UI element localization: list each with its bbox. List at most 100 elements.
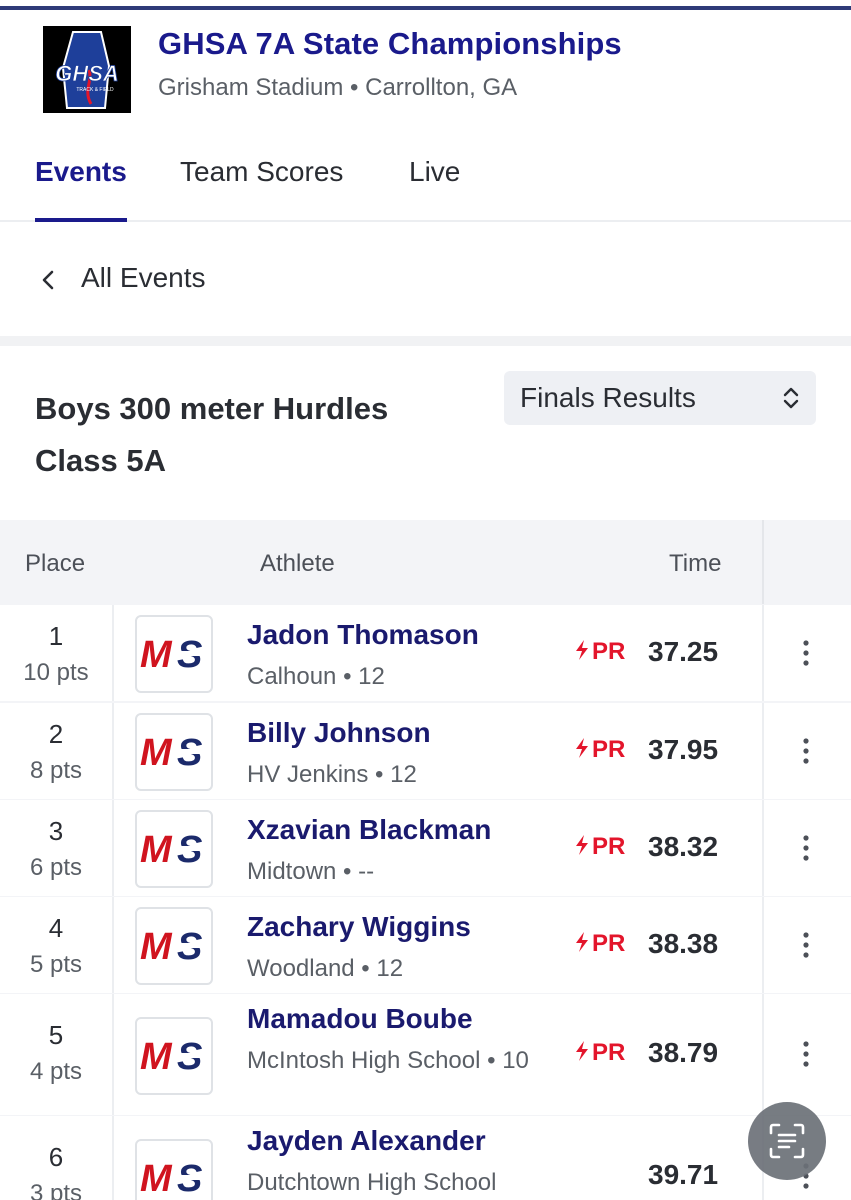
column-divider xyxy=(762,605,764,701)
ms-team-logo: MS xyxy=(140,1158,207,1200)
header-time: Time xyxy=(669,550,722,577)
team-logo[interactable]: MS xyxy=(135,810,213,888)
place-number: 3 xyxy=(48,816,64,846)
place-points: 10 pts xyxy=(23,659,89,686)
round-select-value: Finals Results xyxy=(520,382,696,413)
athlete-team: Dutchtown High School xyxy=(247,1169,497,1196)
column-divider xyxy=(762,897,764,993)
place-number: 4 xyxy=(48,913,64,943)
place-cell: 1 10 pts xyxy=(0,605,112,701)
tab-bar: Events Team Scores Live xyxy=(0,134,851,222)
team-logo[interactable]: MS xyxy=(135,907,213,985)
athlete-team: HV Jenkins • 12 xyxy=(247,761,417,788)
team-logo[interactable]: MS xyxy=(135,615,213,693)
table-row[interactable]: 4 5 pts MS Zachary Wiggins Woodland • 12 PR 38… xyxy=(0,897,851,993)
event-title: Boys 300 meter Hurdles Class 5A xyxy=(35,391,389,478)
result-time: 38.79 xyxy=(648,1037,719,1068)
table-row[interactable]: 3 6 pts MS Xzavian Blackman Midtown • -- PR 38… xyxy=(0,800,851,896)
result-time: 38.38 xyxy=(648,928,719,959)
athlete-name[interactable]: Mamadou Boube xyxy=(247,1003,473,1035)
column-divider xyxy=(112,800,114,896)
kebab-menu-icon[interactable] xyxy=(796,833,816,863)
table-header: Place Athlete Time xyxy=(0,520,851,604)
athlete-name[interactable]: Billy Johnson xyxy=(247,717,431,749)
column-divider xyxy=(112,994,114,1115)
chevron-left-icon xyxy=(42,270,54,290)
kebab-menu-icon[interactable] xyxy=(796,736,816,766)
round-select[interactable]: Finals Results xyxy=(504,371,816,425)
place-number: 6 xyxy=(48,1142,64,1172)
ms-team-logo: MS xyxy=(140,634,207,676)
athlete-name[interactable]: Jayden Alexander xyxy=(247,1125,486,1157)
svg-text:M: M xyxy=(140,732,173,774)
all-events-label: All Events xyxy=(81,262,206,293)
team-logo[interactable]: MS xyxy=(135,1017,213,1095)
place-points: 5 pts xyxy=(29,951,83,978)
place-cell: 5 4 pts xyxy=(0,994,112,1115)
athlete-team: Woodland • 12 xyxy=(247,955,404,982)
text-scan-icon xyxy=(769,1123,805,1159)
column-divider xyxy=(112,897,114,993)
lightning-bolt-icon xyxy=(576,738,588,758)
athlete-name[interactable]: Xzavian Blackman xyxy=(247,814,491,846)
place-number: 5 xyxy=(48,1020,64,1050)
athlete-name[interactable]: Zachary Wiggins xyxy=(247,911,471,943)
svg-text:M: M xyxy=(140,634,173,676)
lightning-bolt-icon xyxy=(576,1041,588,1061)
place-cell: 2 8 pts xyxy=(0,703,112,799)
pr-label: PR xyxy=(592,1039,626,1066)
svg-text:M: M xyxy=(140,1158,173,1200)
meet-title[interactable]: GHSA 7A State Championships xyxy=(158,26,622,62)
column-divider xyxy=(762,994,764,1115)
athlete-team: McIntosh High School • 10 xyxy=(247,1047,529,1074)
header-athlete: Athlete xyxy=(260,550,335,577)
place-cell: 6 3 pts xyxy=(0,1116,112,1200)
place-cell: 4 5 pts xyxy=(0,897,112,993)
kebab-menu-icon[interactable] xyxy=(796,638,816,668)
lightning-bolt-icon xyxy=(576,640,588,660)
active-tab-indicator xyxy=(35,218,127,222)
ms-team-logo: MS xyxy=(140,829,207,871)
table-row[interactable]: 2 8 pts MS Billy Johnson HV Jenkins • 12 PR 37… xyxy=(0,703,851,799)
table-row[interactable]: 6 3 pts MS Jayden Alexander Dutchtown High S… xyxy=(0,1116,851,1200)
svg-text:M: M xyxy=(140,829,173,871)
athlete-name[interactable]: Jadon Thomason xyxy=(247,619,479,651)
section-separator xyxy=(0,336,851,346)
column-divider xyxy=(762,800,764,896)
pr-label: PR xyxy=(592,638,626,665)
top-edge-bar xyxy=(0,0,851,10)
logo-subtext: TRACK & FIELD xyxy=(76,87,114,93)
header-divider xyxy=(762,520,764,604)
kebab-menu-icon[interactable] xyxy=(796,1039,816,1069)
column-divider xyxy=(112,1116,114,1200)
text-scan-button[interactable] xyxy=(748,1102,826,1180)
meet-location: Grisham Stadium • Carrollton, GA xyxy=(158,74,518,101)
tab-events[interactable]: Events xyxy=(35,156,127,188)
pr-badge: PR xyxy=(574,1039,625,1067)
results-table: Place Athlete Time 1 10 pts MS Jadon Thomas… xyxy=(0,520,851,1200)
pr-label: PR xyxy=(592,736,626,763)
place-points: 6 pts xyxy=(29,854,83,881)
tab-team-scores[interactable]: Team Scores xyxy=(180,156,343,188)
table-row[interactable]: 5 4 pts MS Mamadou Boube McIntosh High Schoo… xyxy=(0,994,851,1115)
place-number: 2 xyxy=(48,719,64,749)
team-logo[interactable]: MS xyxy=(135,713,213,791)
athlete-team: Midtown • -- xyxy=(247,858,375,885)
all-events-link[interactable]: All Events xyxy=(0,224,851,336)
column-divider xyxy=(762,703,764,799)
place-cell: 3 6 pts xyxy=(0,800,112,896)
team-logo[interactable]: MS xyxy=(135,1139,213,1200)
result-time: 38.32 xyxy=(648,831,719,862)
pr-badge: PR xyxy=(574,736,625,764)
meet-logo: GHSA TRACK & FIELD xyxy=(43,26,131,113)
place-points: 3 pts xyxy=(29,1180,83,1200)
table-row[interactable]: 1 10 pts MS Jadon Thomason Calhoun • 12 PR 37.… xyxy=(0,605,851,701)
kebab-menu-icon[interactable] xyxy=(796,930,816,960)
ms-team-logo: MS xyxy=(140,1036,207,1078)
pr-label: PR xyxy=(592,930,626,957)
pr-badge: PR xyxy=(574,833,625,861)
header-place: Place xyxy=(25,550,86,577)
tab-live[interactable]: Live xyxy=(409,156,460,188)
chevron-up-down-icon xyxy=(783,387,799,409)
meet-header: GHSA TRACK & FIELD GHSA 7A State Champio… xyxy=(0,14,851,134)
